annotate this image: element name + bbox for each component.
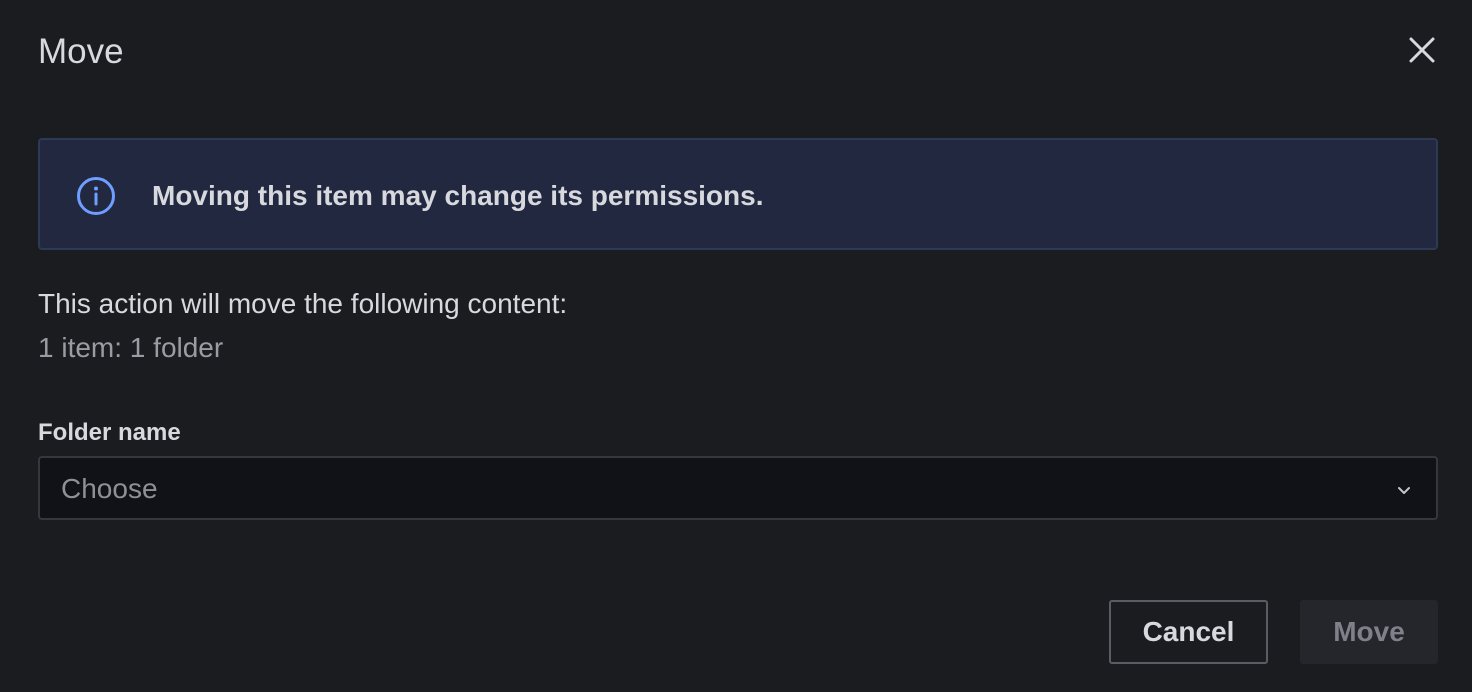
move-dialog: Move Moving this item may change its per… (0, 0, 1472, 692)
chevron-down-icon (1398, 487, 1410, 494)
dialog-title: Move (38, 32, 124, 71)
move-description: This action will move the following cont… (38, 288, 568, 319)
permissions-alert: Moving this item may change its permissi… (38, 138, 1438, 250)
item-summary: 1 item: 1 folder (38, 332, 224, 363)
folder-select-placeholder: Choose (61, 473, 158, 504)
info-circle-icon (77, 177, 115, 215)
alert-message: Moving this item may change its permissi… (152, 180, 764, 211)
cancel-button[interactable]: Cancel (1109, 600, 1268, 664)
folder-name-label: Folder name (38, 419, 181, 446)
folder-select[interactable]: Choose (38, 456, 1438, 520)
close-button[interactable] (1400, 28, 1444, 72)
close-icon (1409, 37, 1435, 63)
move-button[interactable]: Move (1300, 600, 1438, 664)
